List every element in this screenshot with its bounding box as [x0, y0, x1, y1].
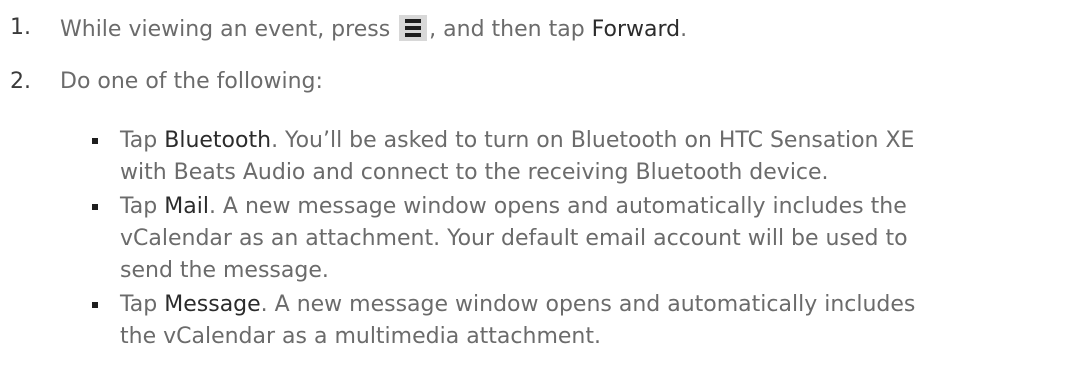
step-number: 2.: [10, 69, 31, 94]
step-number: 1.: [10, 15, 31, 40]
tap-prefix: Tap: [120, 292, 165, 317]
list-item-mail: Tap Mail. A new message window opens and…: [92, 191, 1091, 287]
list-item-line: Tap Bluetooth. You’ll be asked to turn o…: [120, 125, 1091, 157]
list-item-line: vCalendar as an attachment. Your default…: [120, 226, 908, 251]
options-list: Tap Bluetooth. You’ll be asked to turn o…: [92, 125, 1091, 355]
list-item-text: . A new message window opens and automat…: [208, 194, 907, 219]
bullet-icon: [92, 204, 98, 210]
message-label: Message: [164, 292, 261, 317]
list-item-bluetooth: Tap Bluetooth. You’ll be asked to turn o…: [92, 125, 1091, 189]
step-text-middle: , and then tap: [429, 17, 592, 42]
list-item-line: with Beats Audio and connect to the rece…: [120, 160, 829, 185]
step-text: Do one of the following:: [60, 69, 323, 94]
bullet-icon: [92, 302, 98, 308]
mail-label: Mail: [164, 194, 209, 219]
tap-prefix: Tap: [120, 128, 165, 153]
step-text: While viewing an event, press , and then…: [60, 15, 687, 42]
tap-prefix: Tap: [120, 194, 165, 219]
bluetooth-label: Bluetooth: [164, 128, 272, 153]
forward-label: Forward: [591, 17, 681, 42]
bullet-icon: [92, 138, 98, 144]
list-item-line: Tap Mail. A new message window opens and…: [120, 191, 1091, 223]
step-text-after: .: [680, 17, 688, 42]
list-item-line: Tap Message. A new message window opens …: [120, 289, 1091, 321]
list-item-text: . You’ll be asked to turn on Bluetooth o…: [271, 128, 915, 153]
list-item-line: send the message.: [120, 258, 329, 283]
menu-icon: [399, 15, 428, 41]
list-item-text: . A new message window opens and automat…: [260, 292, 916, 317]
list-item-message: Tap Message. A new message window opens …: [92, 289, 1091, 353]
list-item-line: the vCalendar as a multimedia attachment…: [120, 324, 601, 349]
step-text-before: While viewing an event, press: [60, 17, 398, 42]
